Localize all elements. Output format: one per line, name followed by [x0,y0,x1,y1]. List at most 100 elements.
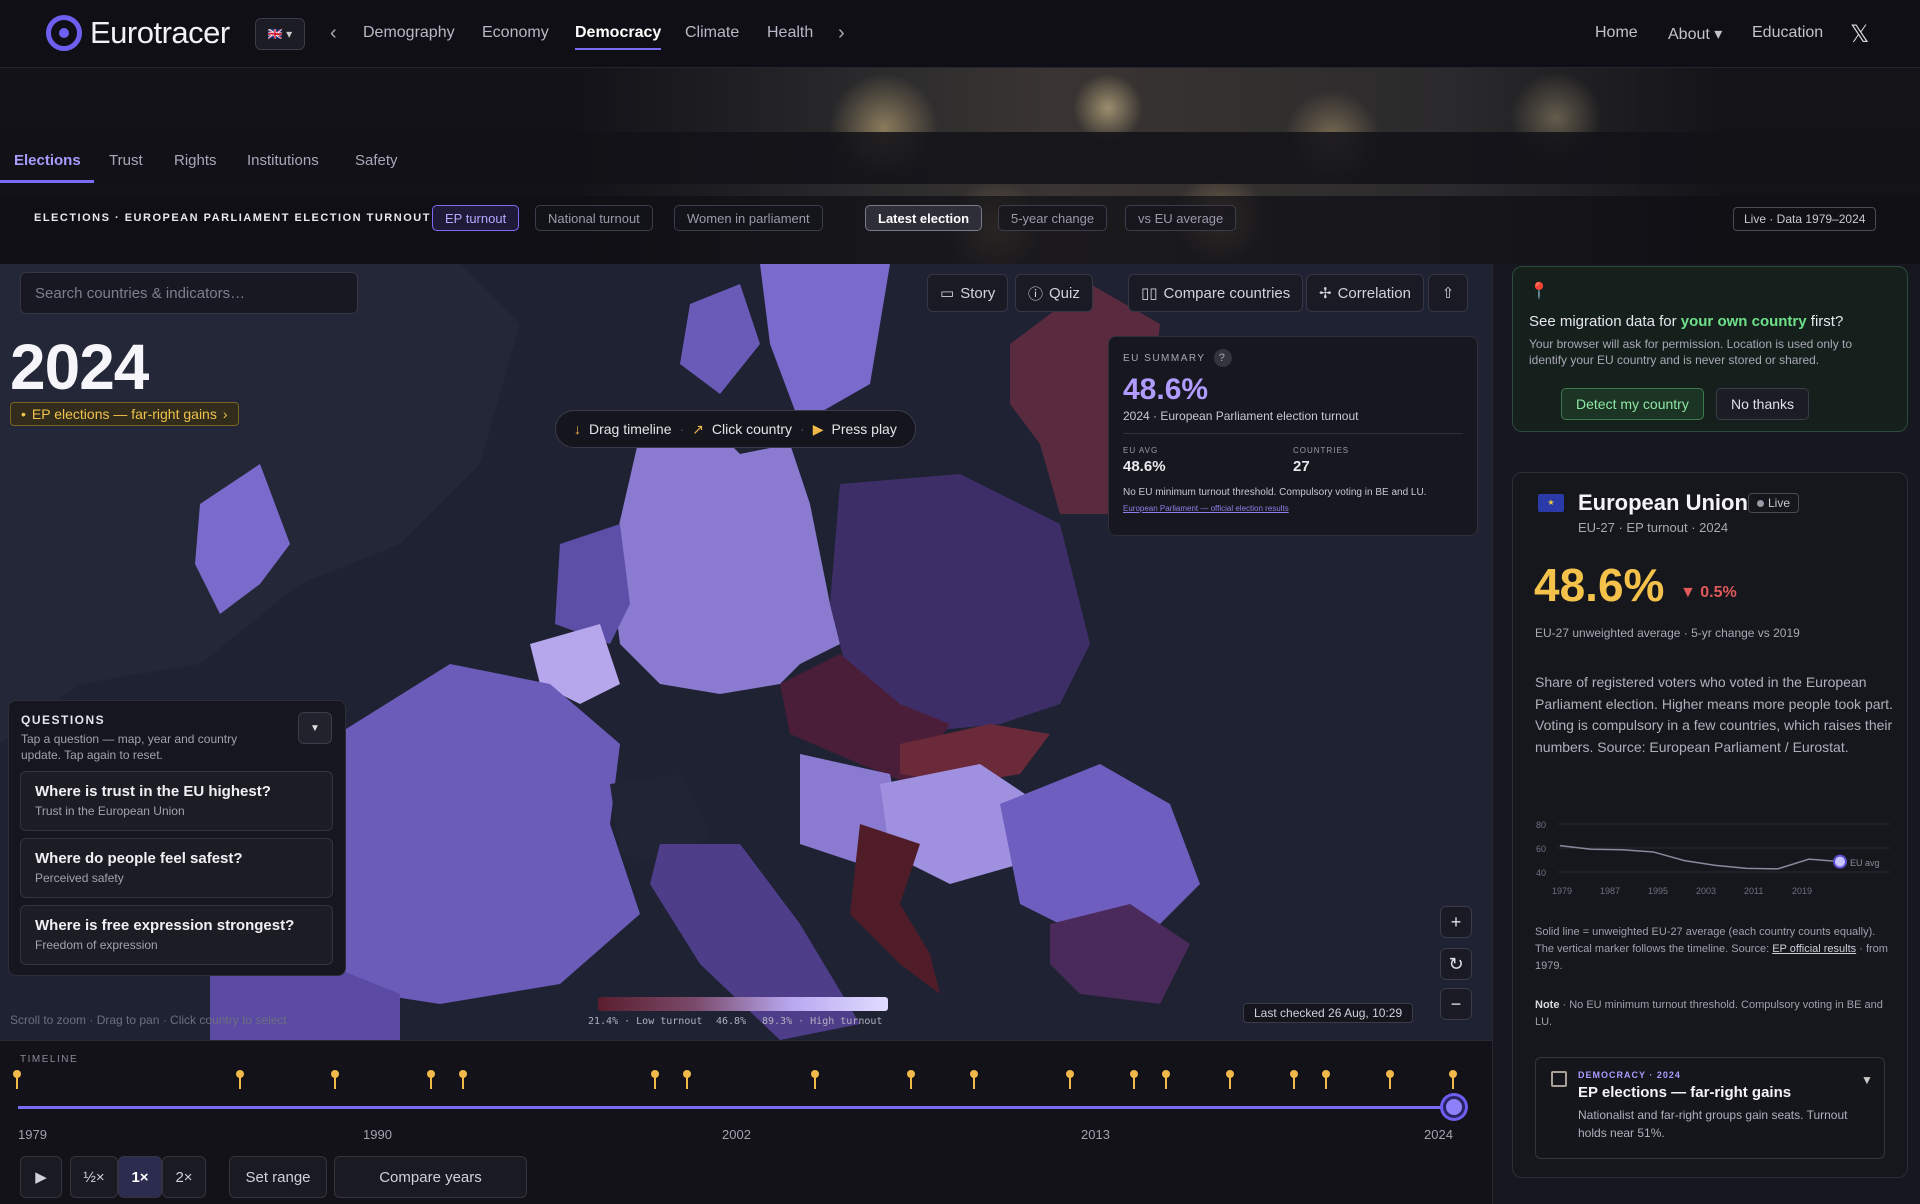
nav-health[interactable]: Health [767,24,813,42]
language-selector[interactable]: 🇬🇧 ▾ [255,18,305,50]
timeline-handle[interactable] [1443,1096,1465,1118]
questions-collapse-button[interactable]: ▼ [298,712,332,744]
y-tick: 40 [1536,868,1546,878]
metric-women-parliament[interactable]: Women in parliament [674,205,823,231]
view-vs-eu-average[interactable]: vs EU average [1125,205,1237,231]
event-pin[interactable] [331,1070,339,1092]
nav-education[interactable]: Education [1752,24,1823,42]
nav-climate[interactable]: Climate [685,24,739,42]
event-pin[interactable] [651,1070,659,1092]
chevron-right-icon: › [222,406,228,422]
speed-half-button[interactable]: ½× [70,1156,118,1198]
refresh-icon: ↻ [1448,953,1464,974]
event-pin[interactable] [427,1070,435,1092]
set-range-button[interactable]: Set range [229,1156,327,1198]
event-pin[interactable] [236,1070,244,1092]
share-icon: ⇧ [1441,285,1455,302]
timeline-track[interactable] [18,1106,1456,1109]
compare-years-button[interactable]: Compare years [334,1156,527,1198]
x-tick: 1995 [1648,886,1668,896]
metric-national-turnout[interactable]: National turnout [535,205,653,231]
event-pin[interactable] [1066,1070,1074,1092]
event-pin[interactable] [1290,1070,1298,1092]
summary-subtitle: 2024 · European Parliament election turn… [1123,409,1463,434]
x-tick: 2019 [1792,886,1812,896]
no-thanks-button[interactable]: No thanks [1716,388,1810,420]
reset-view-button[interactable]: ↻ [1440,948,1472,980]
zoom-in-button[interactable]: + [1440,906,1472,938]
event-pin[interactable] [1162,1070,1170,1092]
metric-ep-turnout[interactable]: EP turnout [432,205,520,231]
question-sub: Perceived safety [35,871,124,885]
map-denmark [680,284,760,394]
zoom-out-button[interactable]: − [1440,988,1472,1020]
event-pin[interactable] [13,1070,21,1092]
help-icon[interactable]: ? [1213,349,1232,367]
event-card[interactable]: DEMOCRACY · 2024 EP elections — far-righ… [1535,1057,1885,1159]
quiz-label: Quiz [1049,284,1080,302]
tab-underline [0,180,94,183]
questions-desc: Tap a question — map, year and country u… [21,732,238,762]
y-tick: 60 [1536,844,1546,854]
tab-elections[interactable]: Elections [14,152,81,169]
compare-countries-button[interactable]: ▯▯ Compare countries [1128,274,1304,312]
event-pin[interactable] [1130,1070,1138,1092]
countries-value: 27 [1293,458,1310,475]
event-pin[interactable] [683,1070,691,1092]
nav-democracy[interactable]: Democracy [575,24,662,50]
current-year-marker [1833,854,1847,869]
story-button[interactable]: ▭ Story [927,274,1009,312]
ep-results-link[interactable]: EP official results [1772,943,1856,955]
question-card[interactable]: Where do people feel safest? Perceived sa… [20,838,333,898]
chart-footnote: Solid line = unweighted EU-27 average (e… [1535,926,1888,972]
tab-safety[interactable]: Safety [355,152,398,169]
speed-2x-button[interactable]: 2× [162,1156,206,1198]
nav-home[interactable]: Home [1595,24,1638,42]
nav-about[interactable]: About ▾ [1668,24,1722,44]
tl-year-label: 1979 [18,1127,47,1142]
event-pin[interactable] [907,1070,915,1092]
question-card[interactable]: Where is free expression strongest? Freed… [20,905,333,965]
event-pin[interactable] [1449,1070,1457,1092]
correlation-button[interactable]: ✢ Correlation [1306,274,1424,312]
event-tag: DEMOCRACY · 2024 [1578,1070,1681,1080]
speed-1x-button[interactable]: 1× [118,1156,162,1198]
tab-institutions[interactable]: Institutions [247,152,319,169]
tab-trust[interactable]: Trust [109,152,143,169]
search-input[interactable]: Search countries & indicators… [20,272,358,314]
expand-caret-icon[interactable]: ▼ [1861,1073,1873,1087]
tl-year-label: 2013 [1081,1127,1110,1142]
event-pin[interactable] [811,1070,819,1092]
event-pin[interactable] [1322,1070,1330,1092]
brand-logo[interactable]: Eurotracer [46,15,230,51]
x-social-icon[interactable]: 𝕏 [1850,20,1869,49]
nav-demography[interactable]: Demography [363,24,455,42]
nav-prev-icon[interactable]: ‹ [330,22,337,45]
tl-year-label: 1990 [363,1127,392,1142]
share-button[interactable]: ⇧ [1428,274,1468,312]
event-pin[interactable] [970,1070,978,1092]
event-chip[interactable]: • EP elections — far-right gains › [10,402,239,426]
question-text: Where is trust in the EU highest? [35,783,271,800]
source-link[interactable]: European Parliament — official election … [1123,504,1463,513]
event-pin[interactable] [1226,1070,1234,1092]
eu-summary-card: EU SUMMARY? 48.6% 2024 · European Parlia… [1108,336,1478,536]
tab-rights[interactable]: Rights [174,152,217,169]
event-title: EP elections — far-right gains [1578,1084,1792,1101]
quiz-button[interactable]: ⓘ Quiz [1015,274,1093,312]
x-tick: 1979 [1552,886,1572,896]
nav-next-icon[interactable]: › [838,22,845,45]
detect-country-button[interactable]: Detect my country [1561,388,1704,420]
view-latest-election[interactable]: Latest election [865,205,983,231]
indicator-label: ELECTIONS · EUROPEAN PARLIAMENT ELECTION… [34,212,431,224]
interaction-hints: ↓ Drag timeline · ↗ Click country · ▶ Press… [555,410,916,448]
x-tick: 2011 [1744,886,1763,896]
play-button[interactable]: ▶ [20,1156,62,1198]
summary-heading: EU SUMMARY [1123,353,1206,364]
map-sweden [760,264,890,424]
view-5yr-change[interactable]: 5-year change [998,205,1108,231]
question-card[interactable]: Where is trust in the EU highest? Trust i… [20,771,333,831]
event-pin[interactable] [459,1070,467,1092]
event-pin[interactable] [1386,1070,1394,1092]
nav-economy[interactable]: Economy [482,24,549,42]
